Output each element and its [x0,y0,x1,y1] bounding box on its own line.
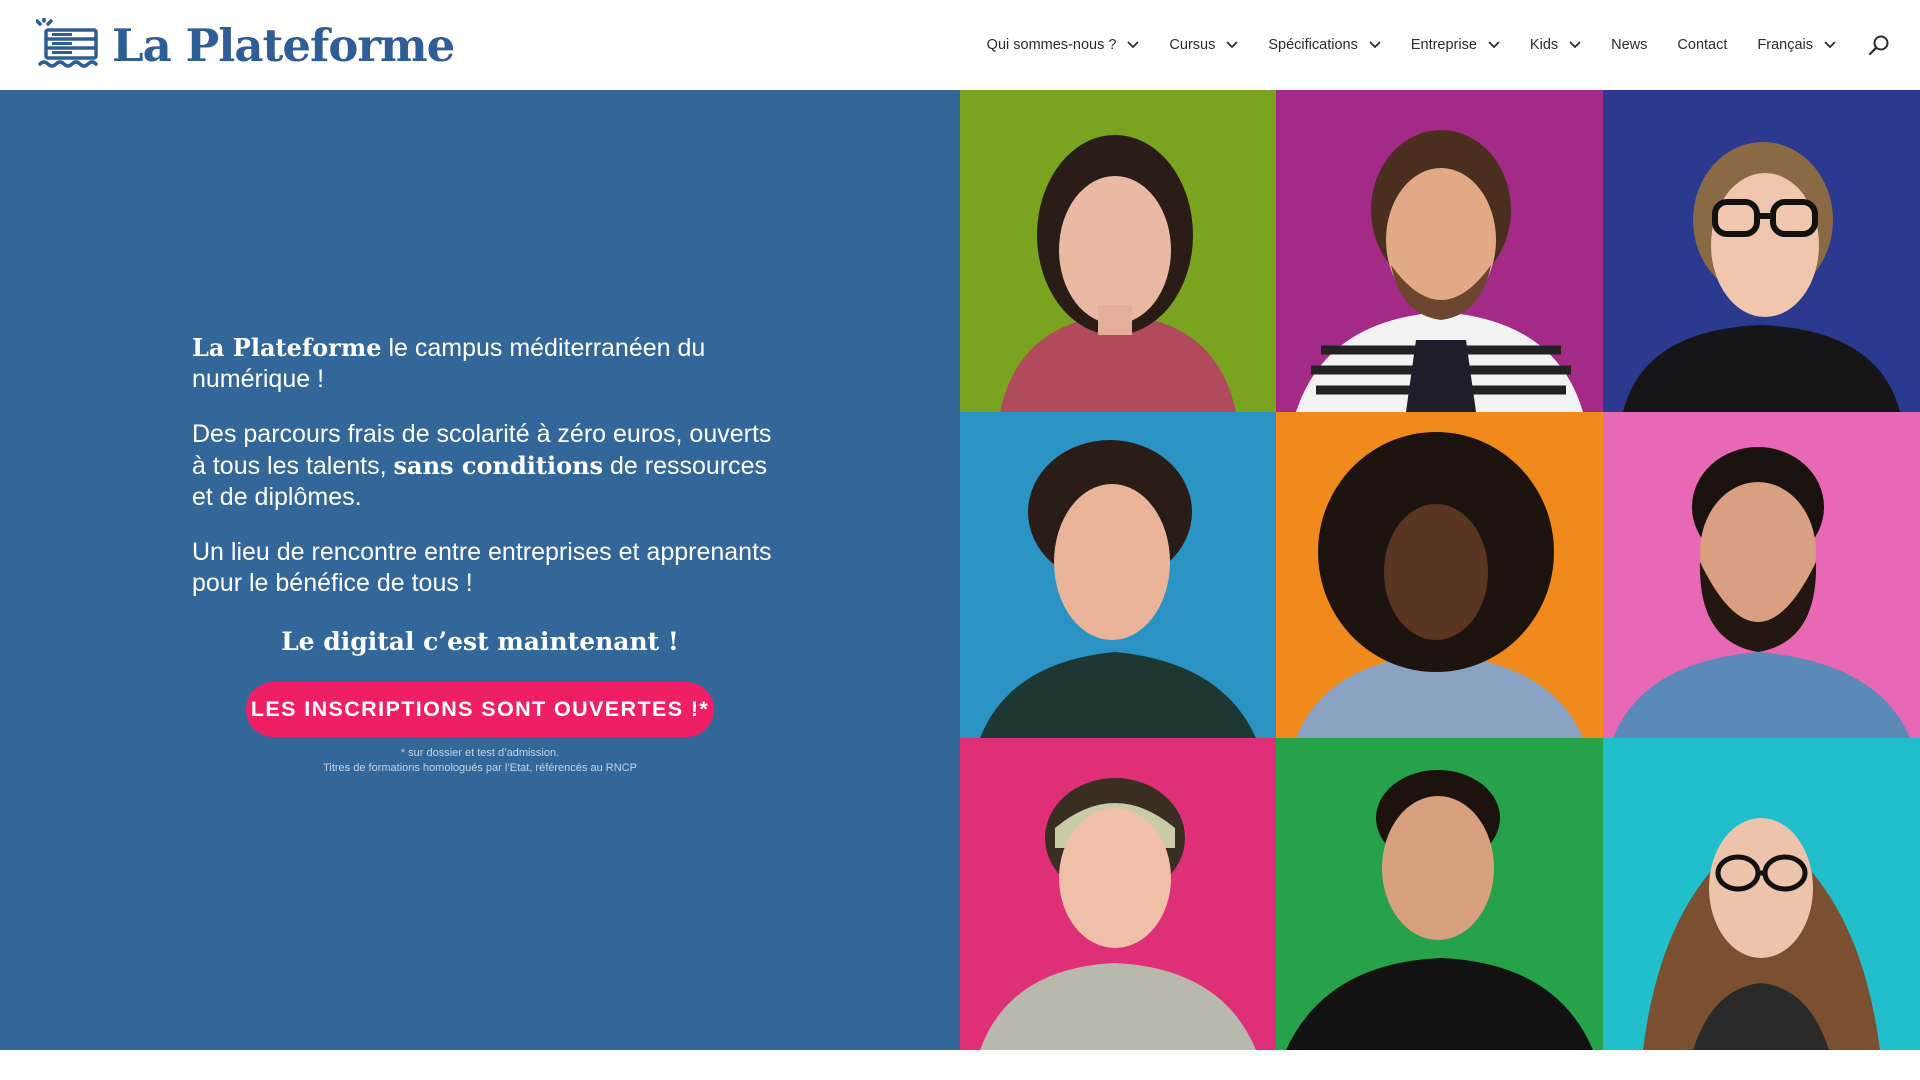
portrait-photo [1603,738,1920,1050]
portrait-photo [960,738,1276,1050]
nav-item-qui-sommes-nous[interactable]: Qui sommes-nous ? [987,37,1140,53]
chevron-down-icon [1569,41,1581,49]
language-selector[interactable]: Français [1757,37,1836,53]
nav-item-specifications[interactable]: Spécifications [1268,37,1381,53]
hero-paragraph-meeting: Un lieu de rencontre entre entreprises e… [192,538,772,597]
nav-item-label: News [1611,37,1648,53]
admission-fine-print: * sur dossier et test d’admission. Titre… [192,746,768,776]
hero-content: La Plateforme le campus méditerranéen du… [192,332,782,776]
nav-item-label: Cursus [1169,37,1216,53]
site-header: La Plateforme Qui sommes-nous ? Cursus S… [0,0,1920,90]
portrait-photo [1603,90,1920,412]
portrait-photo [960,90,1276,412]
registration-cta-button[interactable]: LES INSCRIPTIONS SONT OUVERTES !* [246,682,714,737]
nav-item-label: Spécifications [1268,37,1358,53]
nav-item-news[interactable]: News [1611,37,1647,53]
hero-tagline: Le digital c’est maintenant ! [281,627,679,656]
hero-intro: La Plateforme le campus méditerranéen du… [192,332,782,395]
logo-link[interactable]: La Plateforme [36,18,455,72]
portrait-grid [960,90,1920,1050]
fine-print-line: Titres de formations homologués par l’Et… [323,762,637,774]
nav-item-label: Entreprise [1410,37,1477,53]
brand-name: La Plateforme [112,18,455,72]
nav-item-cursus[interactable]: Cursus [1169,37,1238,53]
page-bottom-divider [0,1050,1920,1080]
main-nav: Qui sommes-nous ? Cursus Spécifications … [987,0,1920,90]
nav-item-contact[interactable]: Contact [1677,37,1727,53]
portrait-photo [1276,90,1603,412]
hero-paragraph-fees: Des parcours frais de scolarité à zéro e… [192,419,782,513]
hero-paragraph-bold: sans conditions [393,451,604,480]
hero-panel: La Plateforme le campus méditerranéen du… [0,90,960,1050]
chevron-down-icon [1226,41,1238,49]
portrait-photo [1276,412,1603,738]
portrait-photo [1276,738,1603,1050]
search-icon[interactable] [1868,34,1890,56]
chevron-down-icon [1127,41,1140,49]
fine-print-line: * sur dossier et test d’admission. [400,747,560,759]
chevron-down-icon [1488,41,1500,49]
portrait-photo [960,412,1276,738]
server-boat-icon [36,18,98,68]
portrait-photo [1603,412,1920,738]
language-label: Français [1757,37,1813,53]
nav-item-entreprise[interactable]: Entreprise [1411,37,1500,53]
chevron-down-icon [1369,41,1381,49]
nav-item-label: Contact [1677,37,1728,53]
chevron-down-icon [1824,41,1836,49]
nav-item-label: Kids [1529,37,1559,53]
nav-item-kids[interactable]: Kids [1530,37,1581,53]
hero-intro-brand: La Plateforme [192,333,382,362]
nav-item-label: Qui sommes-nous ? [986,37,1117,53]
